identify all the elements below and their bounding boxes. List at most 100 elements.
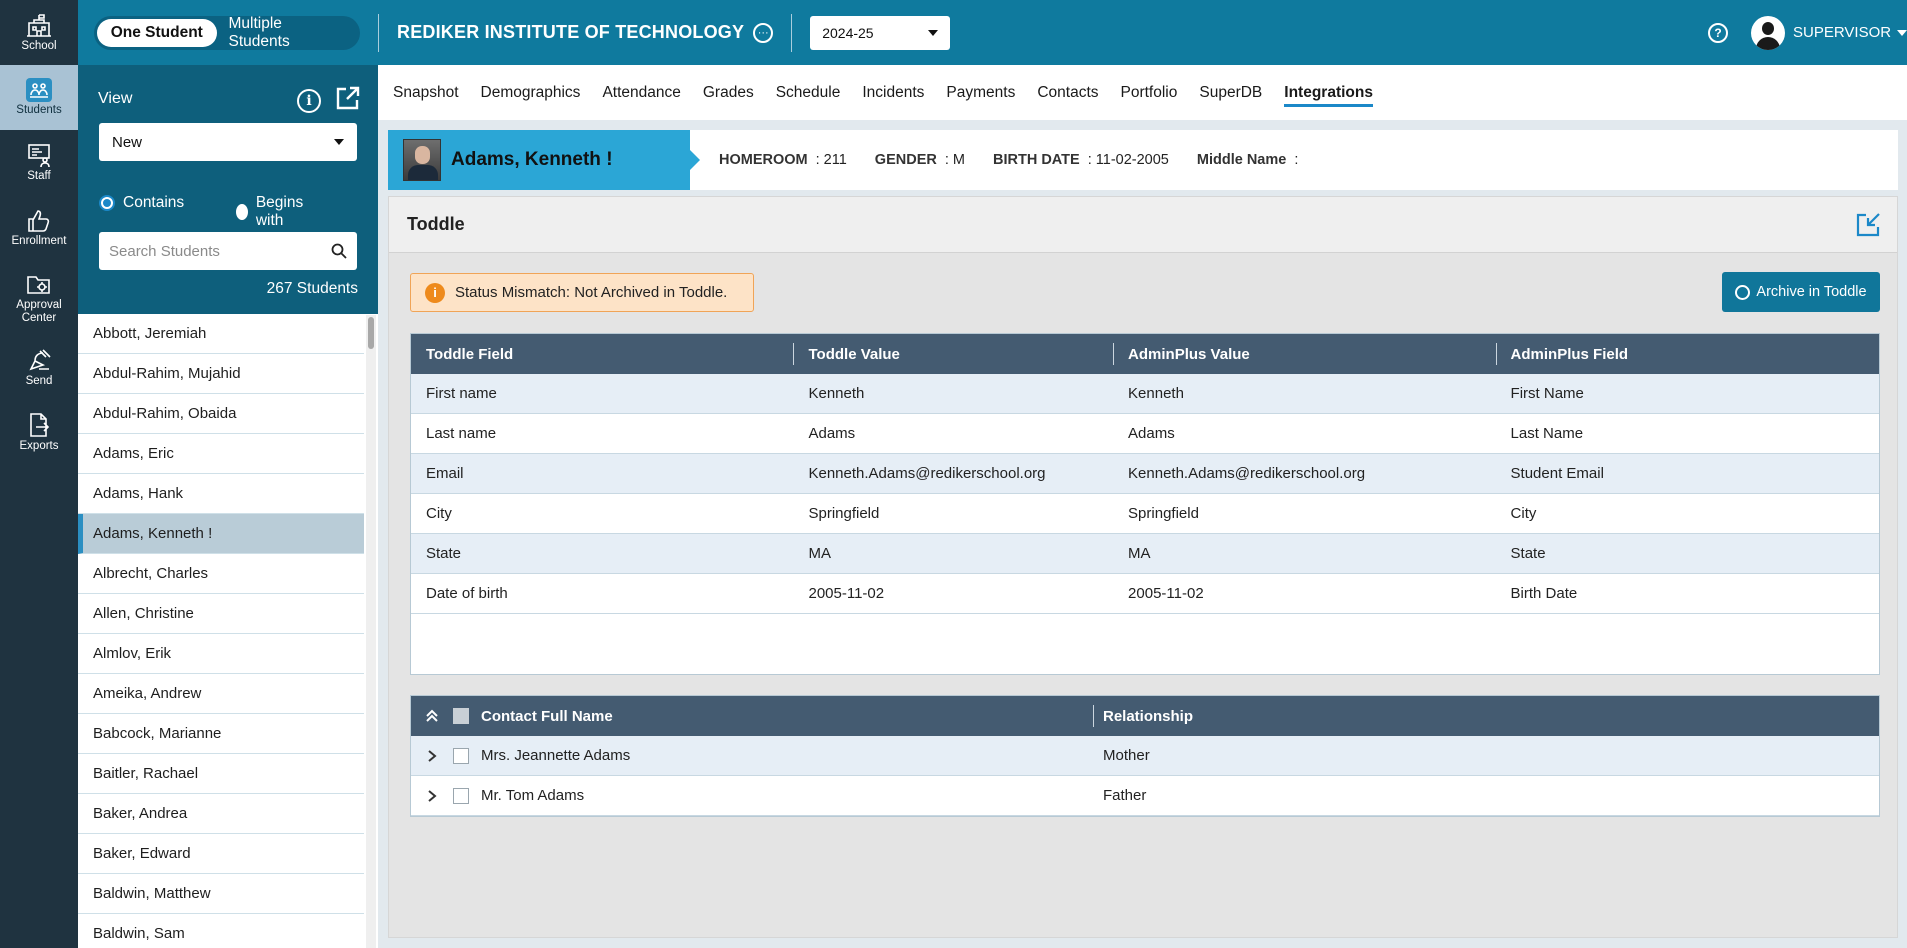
contains-radio[interactable] xyxy=(99,195,115,211)
table-cell: MA xyxy=(808,545,831,562)
column-header[interactable]: Relationship xyxy=(1093,696,1193,736)
one-student-button[interactable]: One Student xyxy=(97,18,217,47)
begins-with-radio[interactable] xyxy=(236,204,248,220)
table-cell: Date of birth xyxy=(426,585,508,602)
export-file-icon xyxy=(30,413,50,437)
tab-incidents[interactable]: Incidents xyxy=(862,65,924,120)
gender-value: : M xyxy=(944,152,965,168)
institute-name: REDIKER INSTITUTE OF TECHNOLOGY xyxy=(397,22,745,42)
student-list-item[interactable]: Ameika, Andrew xyxy=(78,674,364,714)
card-title: Toddle xyxy=(407,214,465,234)
student-search xyxy=(99,232,357,270)
tab-integrations[interactable]: Integrations xyxy=(1284,65,1373,120)
student-list-item[interactable]: Adams, Hank xyxy=(78,474,364,514)
birth-date-value: : 11-02-2005 xyxy=(1087,152,1169,168)
table-cell: 2005-11-02 xyxy=(808,585,885,602)
list-scrollbar[interactable] xyxy=(366,315,376,948)
table-cell: Birth Date xyxy=(1510,585,1578,602)
contains-label: Contains xyxy=(123,194,185,211)
rail-staff[interactable]: Staff xyxy=(0,130,78,195)
multiple-students-button[interactable]: Multiple Students xyxy=(217,15,357,50)
table-header: Contact Full Name Relationship xyxy=(411,696,1879,736)
archive-in-toddle-button[interactable]: Archive in Toddle xyxy=(1722,272,1880,312)
tab-portfolio[interactable]: Portfolio xyxy=(1121,65,1178,120)
view-label: View xyxy=(98,90,133,107)
column-header[interactable]: Toddle Value xyxy=(793,334,1113,374)
student-name: Adams, Kenneth ! xyxy=(451,149,613,170)
homeroom-label: HOMEROOM xyxy=(719,152,808,168)
tab-demographics[interactable]: Demographics xyxy=(481,65,581,120)
table-cell: Last name xyxy=(426,425,497,442)
table-cell: Kenneth.Adams@redikerschool.org xyxy=(808,465,1046,482)
rail-school[interactable]: School xyxy=(0,0,78,65)
tab-attendance[interactable]: Attendance xyxy=(602,65,680,120)
column-header[interactable]: Contact Full Name xyxy=(481,708,1093,725)
chevron-right-icon[interactable] xyxy=(411,749,453,763)
student-list-item[interactable]: Babcock, Marianne xyxy=(78,714,364,754)
warning-icon: i xyxy=(425,282,445,303)
open-external-icon[interactable] xyxy=(335,85,361,111)
status-mismatch-alert: i Status Mismatch: Not Archived in Toddl… xyxy=(410,273,754,312)
info-icon[interactable]: i xyxy=(297,89,321,113)
homeroom-value: : 211 xyxy=(815,152,847,168)
avatar[interactable] xyxy=(1751,15,1785,50)
student-panel: View i New Contains Begins with 267 Stud… xyxy=(78,65,378,948)
student-list-item[interactable]: Adams, Eric xyxy=(78,434,364,474)
student-list-item[interactable]: Albrecht, Charles xyxy=(78,554,364,594)
student-list-item[interactable]: Almlov, Erik xyxy=(78,634,364,674)
middle-name-label: Middle Name xyxy=(1196,152,1287,168)
collapse-all-icon[interactable] xyxy=(411,709,453,723)
tab-schedule[interactable]: Schedule xyxy=(776,65,841,120)
view-select-value: New xyxy=(112,133,143,151)
column-header[interactable]: AdminPlus Value xyxy=(1113,334,1495,374)
rail-exports[interactable]: Exports xyxy=(0,400,78,465)
row-checkbox[interactable] xyxy=(453,787,469,804)
student-list-item[interactable]: Baitler, Rachael xyxy=(78,754,364,794)
top-bar: One Student Multiple Students REDIKER IN… xyxy=(78,0,1907,65)
user-menu[interactable]: SUPERVISOR xyxy=(1793,24,1907,41)
more-options-icon[interactable]: ··· xyxy=(753,22,774,43)
view-select[interactable]: New xyxy=(99,123,357,161)
tab-grades[interactable]: Grades xyxy=(703,65,754,120)
row-checkbox[interactable] xyxy=(453,747,469,764)
student-list-item[interactable]: Baldwin, Matthew xyxy=(78,874,364,914)
archive-icon xyxy=(1735,284,1751,300)
table-cell: Email xyxy=(426,465,464,482)
rail-students[interactable]: Students xyxy=(0,65,78,130)
collapse-icon[interactable] xyxy=(1855,212,1881,238)
tab-payments[interactable]: Payments xyxy=(946,65,1015,120)
student-list-item[interactable]: Abbott, Jeremiah xyxy=(78,314,364,354)
help-icon[interactable]: ? xyxy=(1708,22,1728,43)
tab-snapshot[interactable]: Snapshot xyxy=(393,65,459,120)
student-list-item[interactable]: Adams, Kenneth ! xyxy=(78,514,364,554)
rail-approval-center[interactable]: Approval Center xyxy=(0,260,78,335)
chevron-right-icon[interactable] xyxy=(411,789,453,803)
table-cell: State xyxy=(1510,545,1546,562)
tab-superdb[interactable]: SuperDB xyxy=(1199,65,1262,120)
student-list-item[interactable]: Allen, Christine xyxy=(78,594,364,634)
table-cell: Kenneth.Adams@redikerschool.org xyxy=(1128,465,1366,482)
rail-send[interactable]: Send xyxy=(0,335,78,400)
rail-enrollment[interactable]: Enrollment xyxy=(0,195,78,260)
search-input[interactable] xyxy=(109,242,309,260)
school-year-select[interactable]: 2024-25 xyxy=(810,15,951,50)
contact-name: Mr. Tom Adams xyxy=(481,787,585,804)
select-all-checkbox[interactable] xyxy=(453,708,469,724)
column-header[interactable]: Toddle Field xyxy=(411,334,793,374)
student-list-item[interactable]: Abdul-Rahim, Obaida xyxy=(78,394,364,434)
chevron-down-icon xyxy=(1897,29,1907,36)
student-details: HOMEROOM : 211 GENDER : M BIRTH DATE : 1… xyxy=(719,130,1326,190)
divider xyxy=(378,13,379,52)
student-list-item[interactable]: Baker, Edward xyxy=(78,834,364,874)
student-list-item[interactable]: Baker, Andrea xyxy=(78,794,364,834)
student-list-item[interactable]: Abdul-Rahim, Mujahid xyxy=(78,354,364,394)
student-list-item[interactable]: Baldwin, Sam xyxy=(78,914,364,948)
scrollbar-thumb[interactable] xyxy=(368,317,374,349)
student-header: Adams, Kenneth ! HOMEROOM : 211 GENDER :… xyxy=(388,130,1898,190)
column-header[interactable]: AdminPlus Field xyxy=(1495,334,1879,374)
tab-contacts[interactable]: Contacts xyxy=(1037,65,1098,120)
table-cell: First name xyxy=(426,385,497,402)
student-photo xyxy=(403,139,441,181)
user-name: SUPERVISOR xyxy=(1793,24,1892,41)
search-icon[interactable] xyxy=(331,243,347,259)
